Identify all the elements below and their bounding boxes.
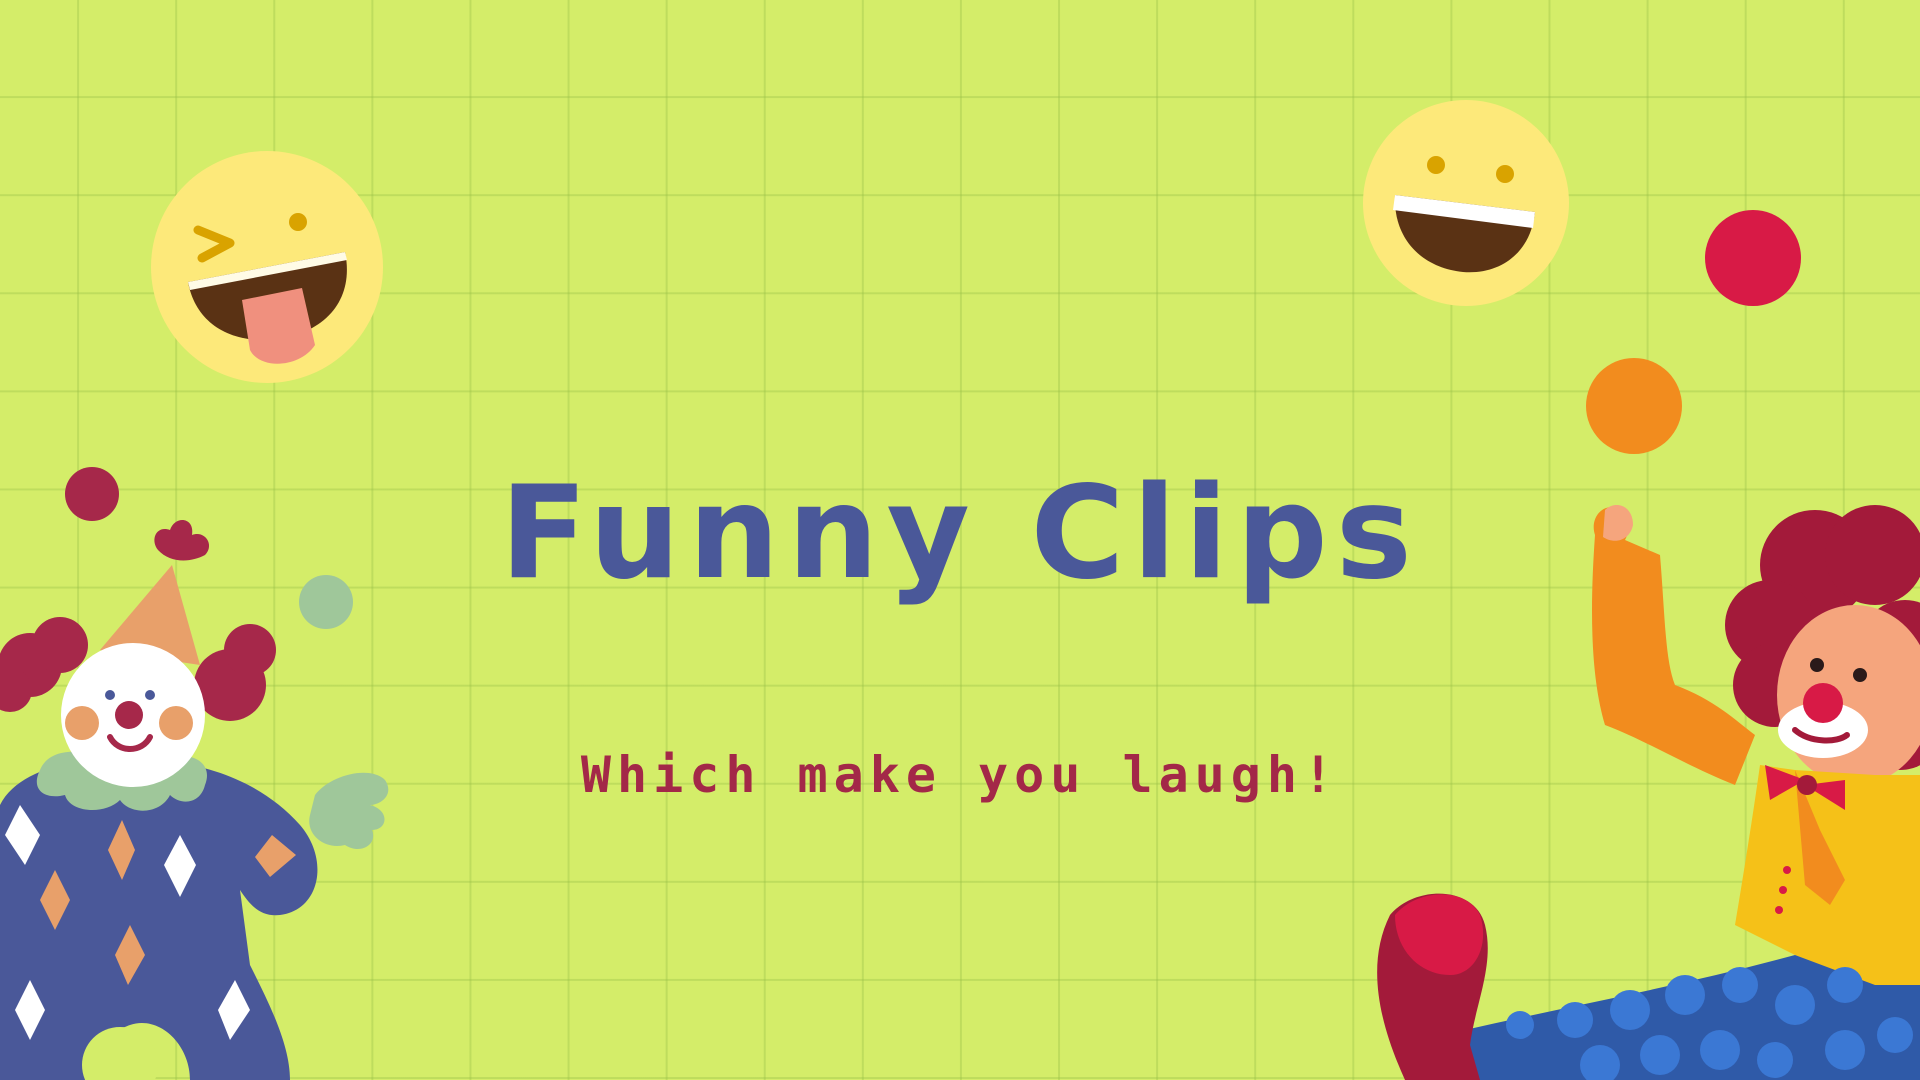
winking-tongue-emoji-icon bbox=[151, 151, 383, 383]
juggling-ball-icon bbox=[1705, 210, 1801, 306]
slide-subtitle: Which make you laugh! bbox=[580, 746, 1340, 804]
slide-title: Funny Clips bbox=[500, 459, 1420, 608]
juggling-ball-icon bbox=[1586, 358, 1682, 454]
laughing-emoji-icon bbox=[1363, 100, 1569, 306]
